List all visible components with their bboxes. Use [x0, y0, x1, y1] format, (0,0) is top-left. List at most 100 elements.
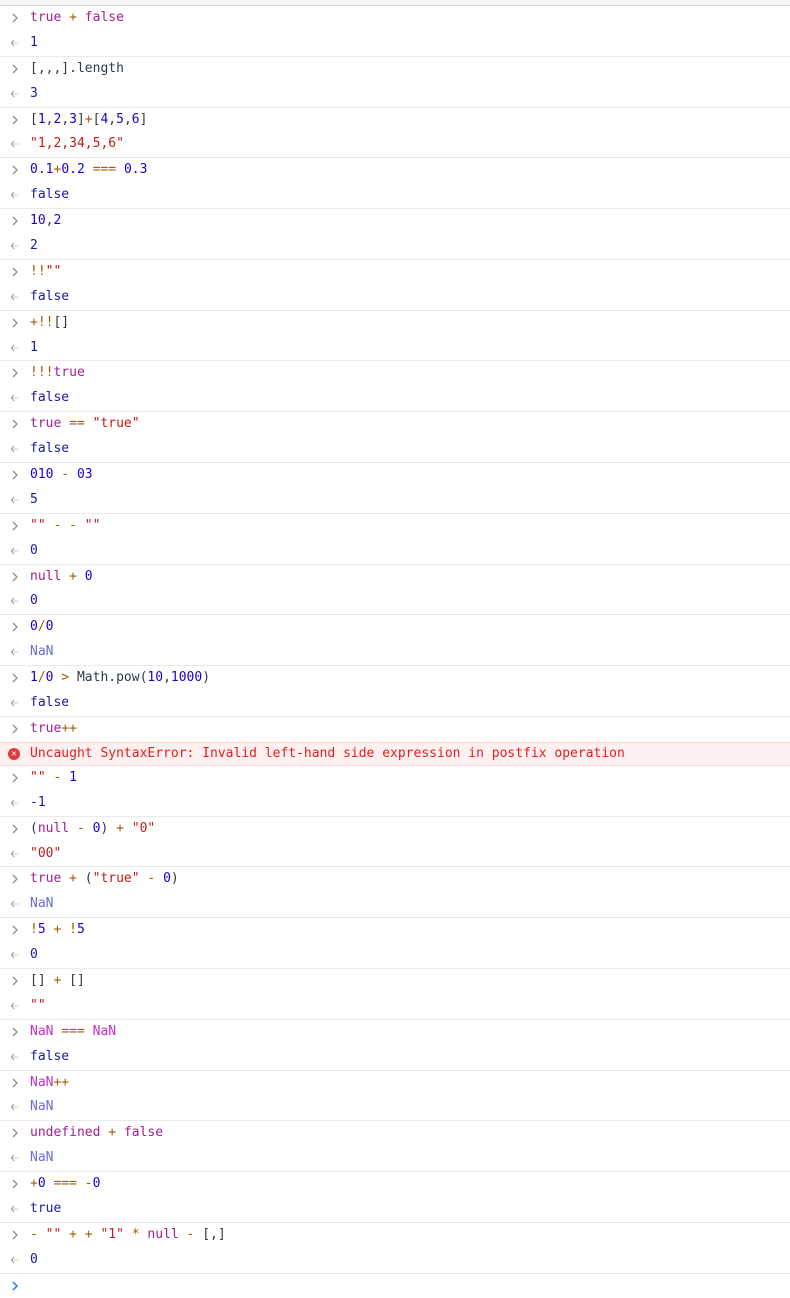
chevron-right-icon [8, 666, 22, 691]
console-input-line[interactable]: NaN === NaN [0, 1020, 790, 1045]
console-entry: true + false 1 [0, 6, 790, 57]
code-token: + [84, 111, 93, 127]
console-input-line[interactable]: (null - 0) + "0" [0, 817, 790, 842]
code-token: , [108, 111, 117, 127]
code-token: == [61, 416, 93, 432]
code-token: 5 [30, 491, 38, 507]
console-result-line[interactable]: "00" [0, 842, 790, 867]
console-result-line[interactable]: 0 [0, 943, 790, 968]
console-error-line[interactable]: ✕ Uncaught SyntaxError: Invalid left-hand… [0, 741, 790, 766]
console-entry: NaN++ NaN [0, 1071, 790, 1122]
return-arrow-icon [8, 1045, 22, 1070]
console-entry: !!!true false [0, 361, 790, 413]
chevron-right-icon [8, 1274, 22, 1298]
console-prompt-input[interactable] [0, 1274, 790, 1298]
code-token: 1000 [170, 670, 203, 686]
console-input-line[interactable]: +!![] [0, 311, 790, 336]
return-arrow-icon [8, 1095, 22, 1120]
console-input-line[interactable]: !!"" [0, 260, 790, 285]
console-entry: [] + [] "" [0, 969, 790, 1020]
return-arrow-icon [8, 285, 22, 310]
code-token: 0 [37, 1176, 46, 1192]
console-input-line[interactable]: 0/0 [0, 615, 790, 640]
code-token: 5 [37, 922, 46, 938]
console-result-line[interactable]: 2 [0, 234, 790, 259]
code-token: NaN [30, 644, 54, 660]
code-token: "" [30, 997, 46, 1013]
console-entry: +0 === -0 true [0, 1172, 790, 1223]
console-result-line[interactable]: 0 [0, 1248, 790, 1273]
code-token: NaN [30, 1023, 54, 1039]
console-result-line[interactable]: NaN [0, 640, 790, 665]
code-token: "true" [92, 871, 140, 887]
console-input-line[interactable]: - "" + + "1" * null - [,] [0, 1223, 790, 1248]
console-result-line[interactable]: "1,2,34,5,6" [0, 132, 790, 157]
code-token: 1 [30, 34, 38, 50]
return-arrow-icon [8, 437, 22, 462]
console-result-line[interactable]: 3 [0, 82, 790, 107]
console-input-line[interactable]: null + 0 [0, 565, 790, 590]
console-result-line[interactable]: 1 [0, 336, 790, 361]
console-input-line[interactable]: NaN++ [0, 1071, 790, 1096]
code-token: - [69, 820, 93, 836]
console-input-line[interactable]: !5 + !5 [0, 918, 790, 943]
code-token: null [30, 568, 62, 584]
console-result-line[interactable]: false [0, 285, 790, 310]
console-input-line[interactable]: true == "true" [0, 412, 790, 437]
chevron-right-icon [8, 1223, 22, 1248]
console-input-line[interactable]: "" - 1 [0, 766, 790, 791]
code-token: 1 [30, 339, 38, 355]
console-result-line[interactable]: NaN [0, 1095, 790, 1120]
console-result-line[interactable]: 0 [0, 539, 790, 564]
console-entry: !!"" false [0, 260, 790, 311]
console-input-line[interactable]: 010 - 03 [0, 463, 790, 488]
console-input-line[interactable]: undefined + false [0, 1121, 790, 1146]
console-input-line[interactable]: "" - - "" [0, 514, 790, 539]
console-input-line[interactable]: !!!true [0, 361, 790, 386]
code-token: "true" [92, 416, 140, 432]
console-result-line[interactable]: "" [0, 994, 790, 1019]
console-input-line[interactable]: 1/0 > Math.pow(10,1000) [0, 666, 790, 691]
console-input-line[interactable]: +0 === -0 [0, 1172, 790, 1197]
code-token: [,] [202, 1226, 226, 1242]
console-input-line[interactable]: [] + [] [0, 969, 790, 994]
console-input-line[interactable]: [1,2,3]+[4,5,6] [0, 108, 790, 133]
console-entry: !5 + !5 0 [0, 918, 790, 969]
console-result-line[interactable]: 1 [0, 31, 790, 56]
console-input-line[interactable]: [,,,].length [0, 57, 790, 82]
console-input-line[interactable]: true + false [0, 6, 790, 31]
code-token: false [30, 695, 70, 711]
return-arrow-icon [8, 994, 22, 1019]
code-token: 10 [30, 213, 46, 229]
console-result-line[interactable]: -1 [0, 791, 790, 816]
console-result-line[interactable]: true [0, 1197, 790, 1222]
code-token: 6 [131, 111, 140, 127]
code-token: 0.3 [123, 162, 148, 178]
console-input-line[interactable]: 0.1+0.2 === 0.3 [0, 158, 790, 183]
console-result-line[interactable]: 5 [0, 488, 790, 513]
console-input-line[interactable]: 10,2 [0, 209, 790, 234]
console-result-line[interactable]: false [0, 1045, 790, 1070]
chevron-right-icon [8, 918, 22, 943]
code-token: "" [84, 517, 101, 533]
console-entry: [,,,].length 3 [0, 57, 790, 108]
chevron-right-icon [8, 867, 22, 892]
return-arrow-icon [8, 1197, 22, 1222]
console-result-line[interactable]: false [0, 386, 790, 411]
console-result-line[interactable]: NaN [0, 892, 790, 917]
code-token: - [53, 467, 77, 483]
console-result-line[interactable]: false [0, 691, 790, 716]
console-result-line[interactable]: false [0, 437, 790, 462]
chevron-right-icon [8, 412, 22, 437]
console-result-line[interactable]: NaN [0, 1146, 790, 1171]
code-token: 0 [30, 593, 38, 609]
code-token: false [30, 187, 70, 203]
console-result-line[interactable]: false [0, 183, 790, 208]
console-entry: 10,2 2 [0, 209, 790, 260]
console-result-line[interactable]: 0 [0, 589, 790, 614]
code-token: 5 [76, 922, 85, 938]
code-token: 0 [30, 1251, 38, 1267]
console-input-line[interactable]: true + ("true" - 0) [0, 867, 790, 892]
code-token: ++ [53, 1074, 70, 1090]
console-input-line[interactable]: true++ [0, 717, 790, 742]
